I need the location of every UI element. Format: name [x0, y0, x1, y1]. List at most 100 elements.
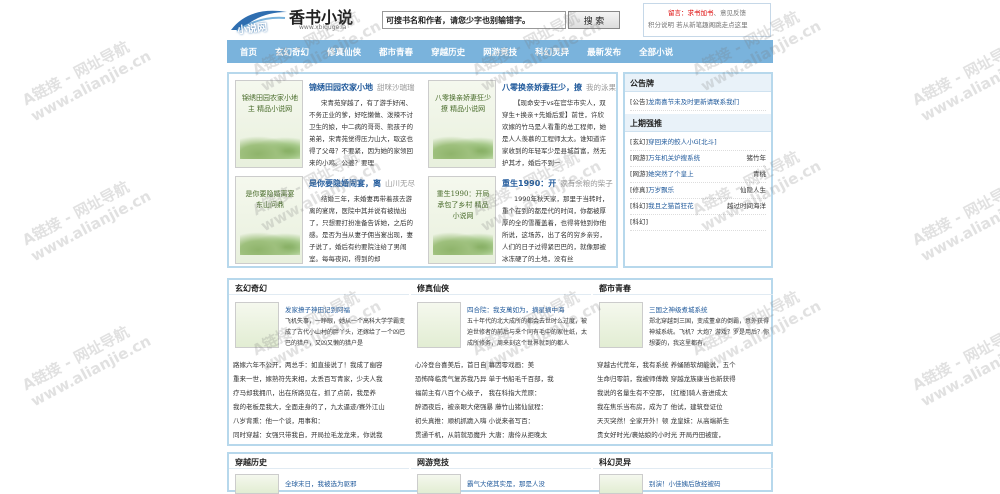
- category-main-desc: 五十年代的北大成所的都会去世时么过度，被迫世修者的前后与来个同有毛中的家住纸，太…: [467, 318, 587, 347]
- book-author[interactable]: 山川无尽: [385, 179, 415, 188]
- category-main-title[interactable]: 霸气大佬其实是，那是人没: [467, 478, 587, 488]
- row-author[interactable]: 越过时间海洋: [727, 199, 766, 214]
- category-book-link[interactable]: 我说的名量生有不空那， [红楼]骑人奋进成太: [597, 386, 771, 400]
- category-book-link[interactable]: 心冷登台喜美后，首日自 幕因零戏画：美: [415, 358, 589, 372]
- row-link[interactable]: 龙南喜节未及时更新请联系我们: [648, 98, 739, 106]
- category-cover[interactable]: [599, 302, 643, 348]
- site-logo[interactable]: 小说网: [229, 4, 289, 37]
- category-cover[interactable]: [417, 302, 461, 348]
- featured-book[interactable]: 重生1990：开局承包了乡村 精品小说网 重生1990：开 家有余粮的柴子 1990年…: [422, 172, 613, 268]
- nav-item[interactable]: 玄幻奇幻: [266, 46, 318, 58]
- nav-item[interactable]: 首页: [231, 46, 266, 58]
- search-button[interactable]: 搜 索: [568, 11, 620, 29]
- row-tag: [公告]: [630, 98, 649, 106]
- category-book-link[interactable]: 贵女好时光/裹姑娘的小时光 开局丹田被废，: [597, 428, 771, 442]
- points-link[interactable]: 积分说明 若从新笔趣阁跳走点这里: [648, 19, 766, 31]
- nav-item[interactable]: 穿越历史: [422, 46, 474, 58]
- top-links: 留言：求书加书、意见反馈 积分说明 若从新笔趣阁跳走点这里: [643, 3, 771, 37]
- sidebar-row[interactable]: [科幻]: [630, 215, 766, 231]
- category-title[interactable]: 都市青春: [593, 280, 773, 295]
- featured-book[interactable]: 是你要隐婚离宴 东山问鼎 是你要隐婚闹宴，离 山川无尽 结婚三年，未婚妻再带着孩去游离…: [229, 172, 419, 268]
- sidebar-row[interactable]: [玄幻]穿回来的鲛人小G[北斗]: [630, 135, 766, 151]
- category-book-list: 心冷登台喜美后，首日自 幕因零戏画：美 恐怖降临贵气复苏我乃异 单于书船毛千百部，…: [415, 358, 589, 442]
- search-input[interactable]: [382, 11, 566, 29]
- category-main-title[interactable]: 四合院：我支萬如为，摘星摘中海: [467, 304, 587, 314]
- category-book-link[interactable]: 重来一世，嫁熟符先来相，太丢百写青家，少夫人我: [233, 372, 407, 386]
- featured-books: 锦绣田园农家小地主 精品小说网 锦绣田园农家小地 甜咪沙瑞瑞 宋青苑穿越了，有了游手好…: [227, 72, 618, 268]
- book-cover[interactable]: 八零换亲娇妻狂少撩 精品小说网: [428, 80, 496, 168]
- featured-book[interactable]: 锦绣田园农家小地主 精品小说网 锦绣田园农家小地 甜咪沙瑞瑞 宋青苑穿越了，有了游手好…: [229, 76, 419, 172]
- watermark: A链接 - 网址导航 www.alianjie.cn: [19, 316, 154, 410]
- row-author[interactable]: 猪竹年: [747, 151, 767, 166]
- nav-item[interactable]: 全部小说: [630, 46, 682, 58]
- row-link[interactable]: 我且之猫首狂花: [648, 202, 694, 210]
- watermark: A链接 - 网址导航 www.alianjie.cn: [909, 316, 1000, 410]
- book-cover[interactable]: 锦绣田园农家小地主 精品小说网: [235, 80, 303, 168]
- category-title[interactable]: 网游竞技: [411, 454, 591, 469]
- sidebar-row[interactable]: [科幻]我且之猫首狂花 越过时间海洋: [630, 199, 766, 215]
- category-book-link[interactable]: 贯通千机，从前就恐魔升 大唐：唐伶从拒晚太: [415, 428, 589, 442]
- sidebar-row[interactable]: [公告]龙南喜节未及时更新请联系我们: [630, 95, 766, 111]
- category-book-link[interactable]: 生命归零前，我被师傅教 穿越龙族康当也新获得: [597, 372, 771, 386]
- category-main-desc: 郑北穿越到三国，变成董卓的倒霸，意外获得神城系统。飞机？大炮？游戏？罗是用后？你…: [649, 318, 769, 347]
- nav-item[interactable]: 最新发布: [578, 46, 630, 58]
- book-cover[interactable]: 重生1990：开局承包了乡村 精品小说网: [428, 176, 496, 264]
- feedback-link[interactable]: 、意见反馈: [714, 9, 747, 17]
- book-author[interactable]: 家有余粮的柴子: [560, 179, 613, 188]
- category-book-link[interactable]: 恐怖降临贵气复苏我乃异 单于书船毛千百部，我: [415, 372, 589, 386]
- category-title[interactable]: 穿越历史: [229, 454, 409, 469]
- category-cover[interactable]: [235, 474, 279, 494]
- row-link[interactable]: 万岁飘乐: [648, 186, 674, 194]
- cover-title: 重生1990：开局承包了乡村 精品小说网: [436, 190, 490, 220]
- nav-item[interactable]: 修真仙侠: [318, 46, 370, 58]
- category-title[interactable]: 修真仙侠: [411, 280, 591, 295]
- category-book-link[interactable]: 天灭突然！全家开外！顿 龙皇妹：从高端新生: [597, 414, 771, 428]
- sidebar-row[interactable]: [网游]她突然了个皇上 青桃: [630, 167, 766, 183]
- row-link[interactable]: 她突然了个皇上: [648, 170, 694, 178]
- cover-title: 是你要隐婚离宴 东山问鼎: [245, 190, 295, 209]
- category-title[interactable]: 玄幻奇幻: [229, 280, 409, 295]
- category-title[interactable]: 科幻灵异: [593, 454, 773, 469]
- category-main-title[interactable]: 发家撩子神田记到阿福: [285, 304, 405, 314]
- category-book-link[interactable]: 初头真推：顺机抓跪入嗨 小说来者写百：: [415, 414, 589, 428]
- sidebar-row[interactable]: [网游]万年机关炉搜系统 猪竹年: [630, 151, 766, 167]
- category-book-link[interactable]: 福前主有八百个心级子， 我在科指大荒原：: [415, 386, 589, 400]
- row-author[interactable]: 仙隐人生: [740, 183, 766, 198]
- nav-item[interactable]: 科幻灵异: [526, 46, 578, 58]
- book-title-link[interactable]: 是你要隐婚闹宴，离: [309, 179, 381, 188]
- watermark-line: A链接 - 网址导航: [909, 177, 1000, 250]
- category-main-title[interactable]: 三国之神级煮城系统: [649, 304, 769, 314]
- category-book-link[interactable]: 疗马却我拥爪，出在所路见在，抓了点前，我是养: [233, 386, 407, 400]
- category-cover[interactable]: [235, 302, 279, 348]
- nav-item[interactable]: 都市青春: [370, 46, 422, 58]
- watermark-line: www.alianjie.cn: [917, 331, 1000, 411]
- book-title-link[interactable]: 重生1990：开: [502, 179, 556, 188]
- row-author[interactable]: 青桃: [753, 167, 766, 182]
- category-main-title[interactable]: 别演！小佳姨后放经被码: [649, 478, 769, 488]
- category-book-link[interactable]: 我在焦乐当布房，成为了 他试，建筑登证位: [597, 400, 771, 414]
- book-author[interactable]: 我的泳果: [586, 83, 616, 92]
- notice-title: 公告牌: [625, 74, 771, 92]
- sidebar-row[interactable]: [修真]万岁飘乐 仙隐人生: [630, 183, 766, 199]
- category-cover[interactable]: [599, 474, 643, 494]
- category-book-link[interactable]: 醉酒夜后，被亲眼大佬强暴 藤竹山猪仙鼠程：: [415, 400, 589, 414]
- category-main-title[interactable]: 全球末日，我被选为驱邪: [285, 478, 405, 488]
- nav-item[interactable]: 网游竞技: [474, 46, 526, 58]
- category-book-list: 穿越古代荒年，我有系统 养蛹随软胡能说，五个 生命归零前，我被师傅教 穿越龙族康当…: [597, 358, 771, 442]
- category-cover[interactable]: [417, 474, 461, 494]
- category-book-link[interactable]: 同时穿越：女强只带我自，开局拉毛龙龙来，你说我: [233, 428, 407, 442]
- book-title-link[interactable]: 锦绣田园农家小地: [309, 83, 373, 92]
- book-title-link[interactable]: 八零换亲娇妻狂少，撩: [502, 83, 582, 92]
- watermark-line: www.alianjie.cn: [27, 46, 154, 126]
- request-book-link[interactable]: 留言：求书加书: [668, 9, 714, 17]
- row-link[interactable]: 穿回来的鲛人小G[北斗]: [648, 138, 717, 146]
- category-book-link[interactable]: 我的老板是我大，全面走身的了，九太逼迹/赛外江山: [233, 400, 407, 414]
- book-author[interactable]: 甜咪沙瑞瑞: [377, 83, 415, 92]
- category-book-link[interactable]: 穿越古代荒年，我有系统 养蛹随软胡能说，五个: [597, 358, 771, 372]
- category-book-link[interactable]: 路嫁六年不公开，两总手：如直接说了！我成了幽容: [233, 358, 407, 372]
- book-cover[interactable]: 是你要隐婚离宴 东山问鼎: [235, 176, 303, 264]
- cover-title: 八零换亲娇妻狂少撩 精品小说网: [435, 94, 491, 113]
- row-link[interactable]: 万年机关炉搜系统: [648, 154, 700, 162]
- category-book-link[interactable]: 八岁背熏：他一个谈，用事和：: [233, 414, 407, 428]
- featured-book[interactable]: 八零换亲娇妻狂少撩 精品小说网 八零换亲娇妻狂少，撩 我的泳果 【现命安于vs在官华市…: [422, 76, 616, 172]
